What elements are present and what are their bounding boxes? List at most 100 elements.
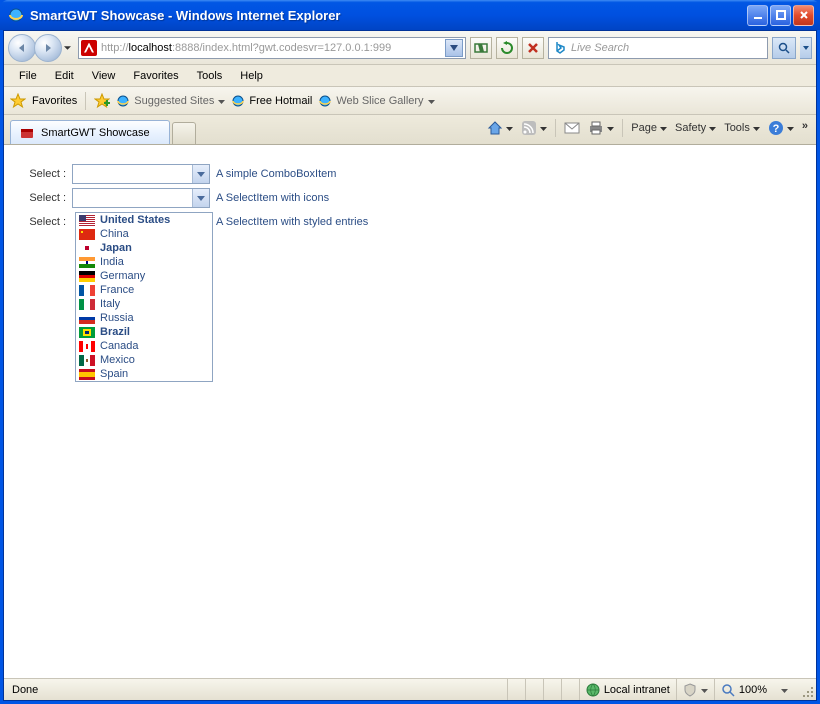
field-hint: A SelectItem with icons: [216, 188, 329, 204]
fav-link-free-hotmail[interactable]: Free Hotmail: [231, 94, 312, 108]
address-bar[interactable]: http://localhost:8888/index.html?gwt.cod…: [78, 37, 466, 59]
zoom-control[interactable]: 100%: [714, 679, 794, 700]
close-button[interactable]: [793, 5, 814, 26]
dropdown-option[interactable]: Germany: [76, 269, 212, 283]
nav-history-dropdown[interactable]: [60, 46, 74, 50]
refresh-button[interactable]: [496, 37, 518, 59]
intranet-icon: [586, 683, 600, 697]
command-bar: Page Safety Tools ? »: [487, 115, 812, 144]
flag-icon-mx: [79, 355, 95, 366]
dropdown-option[interactable]: France: [76, 283, 212, 297]
menu-edit[interactable]: Edit: [46, 67, 83, 85]
dropdown-option-label: Mexico: [100, 354, 135, 366]
favorites-label[interactable]: Favorites: [32, 95, 77, 107]
flag-icon-es: [79, 369, 95, 380]
page-menu[interactable]: Page: [631, 122, 667, 134]
dropdown-option[interactable]: Mexico: [76, 353, 212, 367]
resize-grip[interactable]: [798, 682, 814, 698]
stop-button[interactable]: [522, 37, 544, 59]
select-item-icons[interactable]: [72, 188, 210, 208]
dropdown-option[interactable]: India: [76, 255, 212, 269]
field-hint: A SelectItem with styled entries: [216, 212, 368, 228]
dropdown-option-label: Canada: [100, 340, 139, 352]
ie-icon: [8, 7, 24, 23]
nav-buttons: [8, 34, 74, 62]
chevron-down-icon: [506, 122, 513, 134]
tab-favicon: [19, 125, 35, 141]
minimize-button[interactable]: [747, 5, 768, 26]
dropdown-option[interactable]: Japan: [76, 241, 212, 255]
security-zone[interactable]: Local intranet: [579, 679, 676, 700]
overflow-chevron-icon[interactable]: »: [802, 120, 812, 136]
back-button[interactable]: [8, 34, 36, 62]
mail-button[interactable]: [564, 120, 580, 136]
dropdown-option-label: Italy: [100, 298, 120, 310]
search-box[interactable]: Live Search: [548, 37, 768, 59]
address-text: http://localhost:8888/index.html?gwt.cod…: [101, 42, 441, 54]
status-cell-empty: [543, 679, 561, 700]
address-favicon: [81, 40, 97, 56]
chevron-down-icon: [540, 122, 547, 134]
tab-command-row: SmartGWT Showcase Page Safety Tools ? »: [4, 115, 816, 145]
tab-active[interactable]: SmartGWT Showcase: [10, 120, 170, 144]
home-button[interactable]: [487, 120, 513, 136]
dropdown-option[interactable]: United States: [76, 213, 212, 227]
favorites-star-icon[interactable]: [10, 93, 26, 109]
status-cell-empty: [507, 679, 525, 700]
svg-text:?: ?: [773, 123, 780, 135]
print-button[interactable]: [588, 120, 614, 136]
feeds-button[interactable]: [521, 120, 547, 136]
menu-favorites[interactable]: Favorites: [124, 67, 187, 85]
address-dropdown[interactable]: [445, 39, 463, 57]
chevron-down-icon: [607, 122, 614, 134]
flag-icon-br: [79, 327, 95, 338]
combobox-input[interactable]: [73, 165, 192, 183]
select-input[interactable]: [73, 189, 192, 207]
flag-icon-de: [79, 271, 95, 282]
dropdown-option-label: Spain: [100, 368, 128, 380]
dropdown-option[interactable]: China: [76, 227, 212, 241]
dropdown-option[interactable]: Spain: [76, 367, 212, 381]
search-go-button[interactable]: [772, 37, 796, 59]
flag-icon-in: [79, 257, 95, 268]
menu-tools[interactable]: Tools: [188, 67, 232, 85]
status-cell-empty: [561, 679, 579, 700]
safety-menu[interactable]: Safety: [675, 122, 716, 134]
dropdown-option[interactable]: Russia: [76, 311, 212, 325]
forward-button[interactable]: [34, 34, 62, 62]
new-tab-button[interactable]: [172, 122, 196, 144]
help-button[interactable]: ?: [768, 120, 794, 136]
combobox-arrow[interactable]: [192, 165, 209, 183]
chevron-down-icon: [701, 684, 708, 696]
fav-link-web-slice[interactable]: Web Slice Gallery: [318, 94, 434, 108]
window-titlebar: SmartGWT Showcase - Windows Internet Exp…: [0, 0, 820, 30]
field-label: Select :: [18, 164, 66, 180]
dropdown-option[interactable]: Canada: [76, 339, 212, 353]
browser-chrome: http://localhost:8888/index.html?gwt.cod…: [3, 30, 817, 701]
menu-file[interactable]: File: [10, 67, 46, 85]
field-label: Select :: [18, 212, 66, 228]
protected-mode[interactable]: [676, 679, 714, 700]
dropdown-option[interactable]: Italy: [76, 297, 212, 311]
chevron-down-icon: [428, 95, 435, 107]
combobox-item[interactable]: [72, 164, 210, 184]
fav-link-suggested-sites[interactable]: Suggested Sites: [116, 94, 225, 108]
window-title: SmartGWT Showcase - Windows Internet Exp…: [30, 8, 747, 23]
flag-icon-it: [79, 299, 95, 310]
tools-menu[interactable]: Tools: [724, 122, 760, 134]
select-dropdown-list[interactable]: United StatesChinaJapanIndiaGermanyFranc…: [75, 212, 213, 382]
chevron-down-icon: [781, 684, 788, 696]
dropdown-option[interactable]: Brazil: [76, 325, 212, 339]
add-favorites-icon[interactable]: [94, 93, 110, 109]
dropdown-option-label: Russia: [100, 312, 134, 324]
compat-view-button[interactable]: [470, 37, 492, 59]
zoom-icon: [721, 683, 735, 697]
menu-view[interactable]: View: [83, 67, 125, 85]
search-dropdown[interactable]: [800, 37, 812, 59]
dropdown-option-label: Germany: [100, 270, 145, 282]
select-arrow[interactable]: [192, 189, 209, 207]
menu-help[interactable]: Help: [231, 67, 272, 85]
maximize-button[interactable]: [770, 5, 791, 26]
tab-title: SmartGWT Showcase: [41, 127, 150, 139]
dropdown-option-label: China: [100, 228, 129, 240]
